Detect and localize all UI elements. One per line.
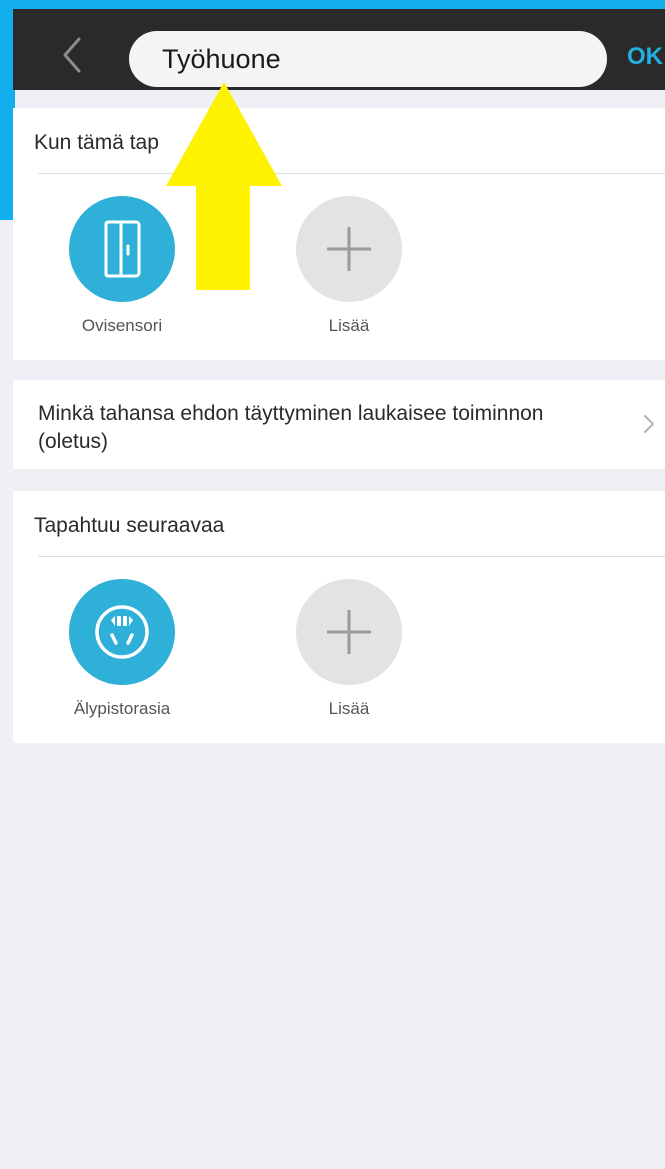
plus-icon: [327, 227, 371, 271]
smart-plug-icon: [95, 605, 149, 659]
device-label: Ovisensori: [81, 316, 163, 335]
back-button[interactable]: [53, 31, 93, 79]
action-add-device[interactable]: Lisää: [284, 579, 414, 719]
device-label: Lisää: [328, 699, 370, 718]
action-device-smart-plug[interactable]: Älypistorasia: [57, 579, 187, 719]
nav-header: OK: [13, 9, 665, 90]
trigger-device-door-sensor[interactable]: Ovisensori: [57, 196, 187, 336]
app-screen: OK Kun tämä tap Ovisensori Lisää: [0, 0, 665, 1169]
trigger-section: Kun tämä tap Ovisensori Lisää: [13, 108, 665, 360]
add-trigger-button[interactable]: [296, 196, 402, 302]
device-label: Lisää: [328, 316, 370, 335]
add-action-button[interactable]: [296, 579, 402, 685]
section-divider: [38, 173, 665, 174]
section-divider: [38, 556, 665, 557]
action-section-title: Tapahtuu seuraavaa: [34, 514, 225, 537]
smart-plug-button[interactable]: [69, 579, 175, 685]
ok-button[interactable]: OK: [627, 43, 663, 71]
condition-rule-row[interactable]: Minkä tahansa ehdon täyttyminen laukaise…: [13, 380, 665, 469]
scene-name-input[interactable]: [129, 31, 607, 87]
condition-rule-text: Minkä tahansa ehdon täyttyminen laukaise…: [38, 402, 544, 453]
device-label: Älypistorasia: [73, 699, 171, 718]
plus-icon: [327, 610, 371, 654]
door-sensor-button[interactable]: [69, 196, 175, 302]
action-section: Tapahtuu seuraavaa Älypistorasia Lisää: [13, 491, 665, 743]
trigger-add-device[interactable]: Lisää: [284, 196, 414, 336]
chevron-right-icon: [644, 415, 654, 433]
chevron-left-icon: [63, 37, 81, 73]
frame-border-top: [0, 0, 665, 9]
trigger-section-title: Kun tämä tap: [34, 131, 159, 154]
door-sensor-icon: [104, 220, 141, 278]
